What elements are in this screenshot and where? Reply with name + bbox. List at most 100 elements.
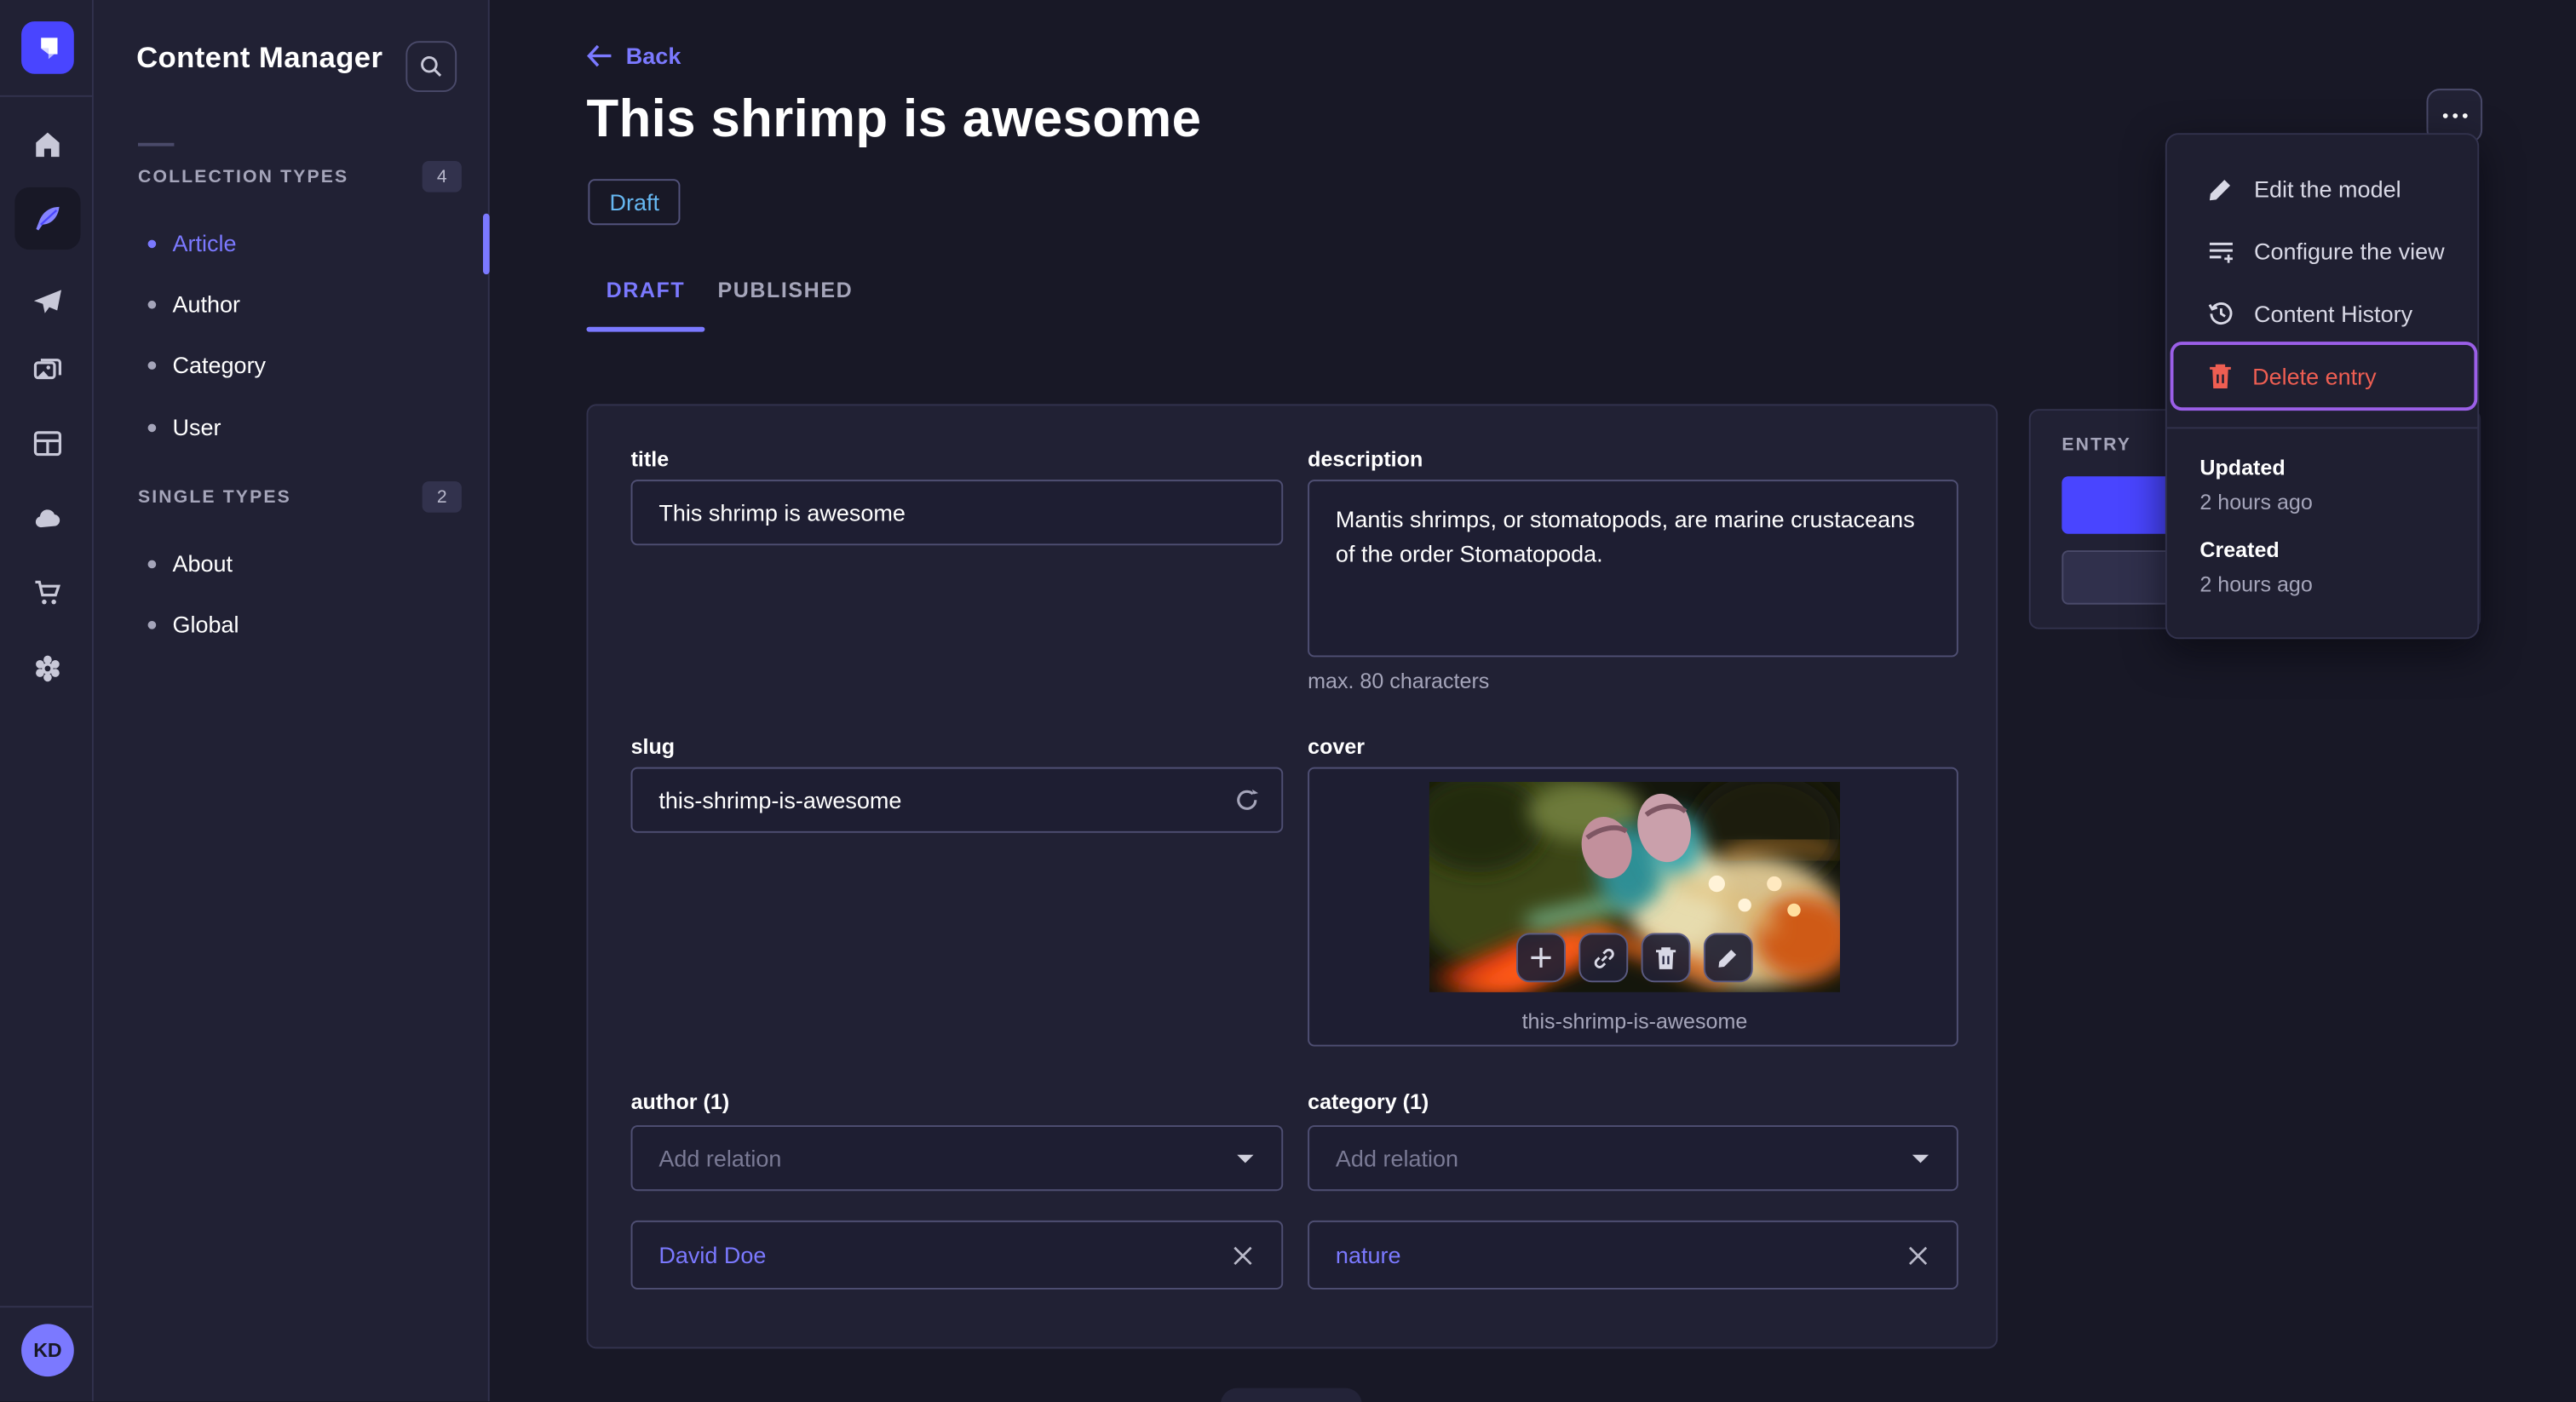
slug-field-label: slug [630,734,676,759]
sidebar-item-label: Author [172,290,241,318]
menu-item-label: Delete entry [2252,363,2377,390]
dot-icon [2441,113,2447,118]
bullet-icon [147,299,157,308]
nav-content-type-builder[interactable] [0,412,94,474]
sidebar-item-label: About [172,550,233,577]
dot-icon [2452,113,2458,118]
sidebar-item-user[interactable]: User [147,411,460,444]
pencil-icon [2209,180,2231,201]
search-button[interactable] [405,41,457,92]
nav-deploy[interactable] [0,488,94,550]
rail-divider [0,95,94,97]
trash-icon [1655,946,1676,968]
status-badge: Draft [588,179,681,226]
app-window: KD Content Manager COLLECTION TYPES 4 Ar… [0,0,2576,1402]
tab-active-underline [586,326,705,332]
title-field-label: title [630,446,670,472]
description-hint: max. 80 characters [1308,668,1490,693]
category-relation-link[interactable]: nature [1336,1242,1401,1268]
menu-item-label: Configure the view [2253,238,2445,265]
sidebar-divider [137,142,175,147]
description-field-label: description [1308,446,1423,472]
bullet-icon [147,422,157,432]
sidebar-item-global[interactable]: Global [147,608,460,641]
tab-published[interactable]: PUBLISHED [717,271,853,307]
close-icon [1908,1245,1927,1265]
sidebar-item-about[interactable]: About [147,547,460,580]
menu-item-configure-view[interactable]: Configure the view [2173,220,2474,282]
entry-form-card: title description Mantis shrimps, or sto… [586,404,1998,1349]
nav-releases[interactable] [0,271,94,333]
close-icon [1233,1245,1251,1265]
cover-field-label: cover [1308,734,1366,759]
home-icon [35,132,59,158]
created-label: Created [2199,537,2280,562]
slug-input[interactable] [630,767,1284,833]
pencil-icon [1718,950,1737,968]
cover-delete-button[interactable] [1641,933,1691,983]
avatar-initials: KD [33,1338,62,1362]
tab-draft[interactable]: DRAFT [586,271,704,307]
remove-author-button[interactable] [1229,1242,1256,1268]
sidebar-scrollbar-thumb[interactable] [482,213,490,275]
author-relation-link[interactable]: David Doe [658,1242,766,1268]
menu-item-label: Content History [2253,300,2413,327]
author-relation-item: David Doe [630,1220,1284,1290]
sidebar-item-label: Category [172,351,267,378]
nav-home[interactable] [0,113,94,175]
sidebar-item-label: Article [172,229,237,256]
regenerate-slug-icon[interactable] [1233,787,1260,813]
remove-category-button[interactable] [1904,1242,1930,1268]
entry-panel-title: ENTRY [2061,435,2132,456]
sidebar-item-article[interactable]: Article [147,227,460,260]
description-textarea[interactable]: Mantis shrimps, or stomatopods, are mari… [1308,480,1958,658]
bullet-icon [147,360,157,369]
avatar[interactable]: KD [21,1324,74,1377]
author-select-placeholder: Add relation [658,1145,782,1172]
sidebar-title: Content Manager [136,41,383,74]
cart-icon [34,580,60,605]
layout-icon [32,431,61,457]
cover-actions-toolbar [1516,933,1753,983]
bottom-peek-element [1220,1388,1362,1402]
sidebar-item-label: User [172,413,221,440]
menu-item-edit-model[interactable]: Edit the model [2173,158,2474,220]
single-types-count: 2 [422,481,462,513]
cover-caption: this-shrimp-is-awesome [1521,1008,1748,1034]
feather-icon [36,206,60,231]
status-badge-label: Draft [609,188,660,215]
sidebar-item-author[interactable]: Author [147,287,460,320]
cover-add-button[interactable] [1516,933,1566,983]
cover-edit-button[interactable] [1703,933,1753,983]
search-icon [421,55,442,77]
cover-copy-link-button[interactable] [1578,933,1629,983]
section-collection-types: COLLECTION TYPES [137,167,349,187]
category-relation-select[interactable]: Add relation [1308,1125,1958,1192]
sidebar-item-label: Global [172,611,239,638]
menu-divider [2166,427,2478,429]
caret-down-icon [1237,1153,1254,1163]
back-link[interactable]: Back [586,43,681,69]
menu-item-content-history[interactable]: Content History [2173,283,2474,345]
sidebar-item-category[interactable]: Category [147,348,460,382]
configure-list-icon [2209,242,2233,263]
strapi-logo[interactable] [21,21,74,74]
menu-item-delete-entry[interactable]: Delete entry [2173,345,2474,407]
nav-marketplace[interactable] [0,562,94,624]
title-input[interactable] [630,480,1284,546]
nav-content-manager[interactable] [14,187,81,250]
section-single-types: SINGLE TYPES [137,487,291,508]
category-field-label: category (1) [1308,1089,1429,1114]
bullet-icon [147,559,157,568]
media-library-icon [32,359,61,380]
arrow-left-icon [587,44,612,67]
author-relation-select[interactable]: Add relation [630,1125,1284,1192]
trash-icon [2210,364,2231,389]
nav-media-library[interactable] [0,338,94,400]
cloud-icon [34,509,60,528]
category-relation-item: nature [1308,1220,1958,1290]
rail-bottom-divider [0,1306,94,1308]
history-clock-icon [2208,302,2233,325]
page-title: This shrimp is awesome [586,89,1202,148]
nav-settings[interactable] [0,637,94,699]
